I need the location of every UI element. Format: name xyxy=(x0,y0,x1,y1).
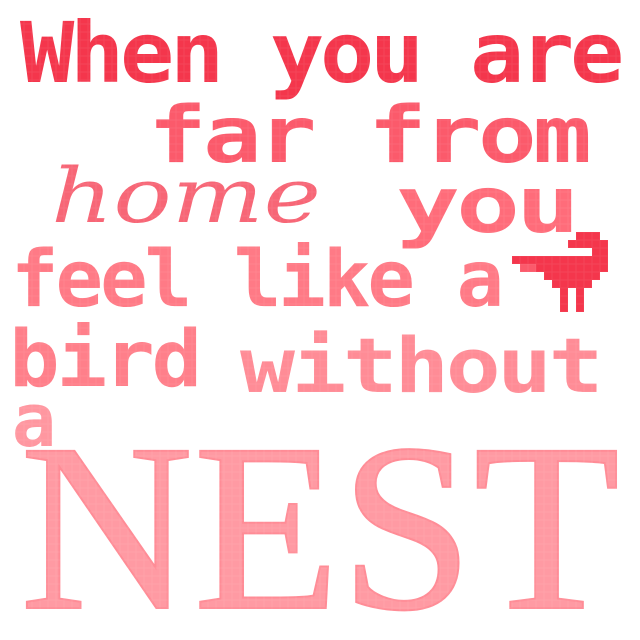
poster-canvas: When you are far from home you feel like… xyxy=(0,0,640,640)
pixel-grid-overlay xyxy=(0,0,640,640)
line-1-text: When you are xyxy=(20,4,622,102)
